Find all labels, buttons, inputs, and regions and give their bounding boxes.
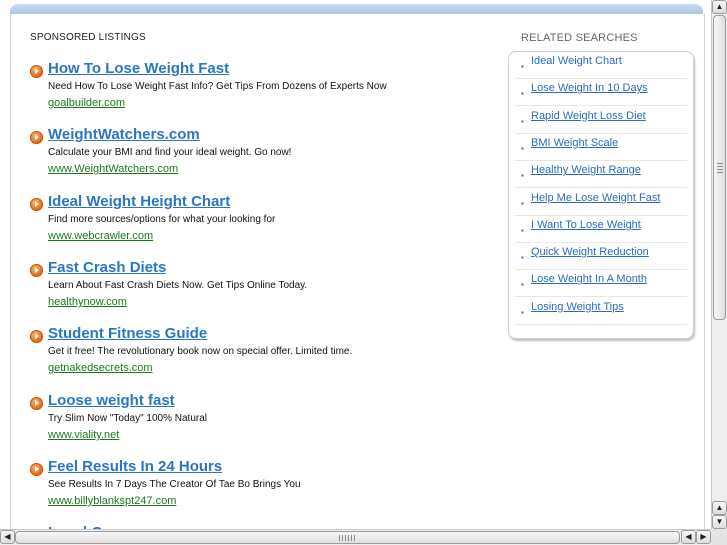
listing-description: Learn About Fast Crash Diets Now. Get Ti… — [48, 280, 308, 291]
listing-title-link[interactable]: Loose weight fast — [48, 392, 175, 409]
related-search-item[interactable]: ▪ BMI Weight Scale — [515, 134, 687, 161]
arrow-right-icon: ▶ — [700, 532, 707, 541]
arrow-up-icon: ▲ — [715, 2, 724, 11]
scroll-up-button[interactable]: ▲ — [712, 0, 727, 14]
related-search-item[interactable]: ▪ I Want To Lose Weight — [515, 216, 687, 243]
scroll-up-button-lower[interactable]: ▲ — [712, 501, 727, 515]
related-search-item[interactable]: ▪ Help Me Lose Weight Fast — [515, 189, 687, 216]
listing-title-link[interactable]: Student Fitness Guide — [48, 325, 207, 342]
related-search-item[interactable]: ▪ Quick Weight Reduction — [515, 243, 687, 271]
related-search-item[interactable]: ▪ Rapid Weight Loss Diet — [515, 107, 687, 134]
square-bullet-icon: ▪ — [521, 280, 524, 290]
sponsored-listings-heading: SPONSORED LISTINGS — [30, 32, 146, 43]
arrow-down-icon: ▼ — [715, 517, 724, 526]
listing-description: Need How To Lose Weight Fast Info? Get T… — [48, 81, 387, 92]
listing-url-link[interactable]: www.webcrawler.com — [48, 230, 153, 242]
listing-description: Find more sources/options for what your … — [48, 214, 276, 225]
arrow-bullet-icon — [30, 330, 43, 343]
listing-title-link[interactable]: Feel Results In 24 Hours — [48, 458, 222, 475]
arrow-bullet-icon — [30, 264, 43, 277]
square-bullet-icon: ▪ — [521, 307, 524, 317]
listing-url-link[interactable]: www.billyblankspt247.com — [48, 495, 176, 507]
grip-icon — [339, 535, 355, 541]
scrollbar-corner — [711, 529, 727, 545]
listing-title-link[interactable]: WeightWatchers.com — [48, 126, 200, 143]
related-search-item[interactable]: ▪ Healthy Weight Range — [515, 161, 687, 189]
scroll-right-button[interactable]: ▶ — [696, 530, 711, 544]
related-search-link[interactable]: Lose Weight In A Month — [531, 273, 647, 285]
listing-title-link[interactable]: Fast Crash Diets — [48, 259, 166, 276]
square-bullet-icon: ▪ — [521, 253, 524, 263]
arrow-bullet-icon — [30, 198, 43, 211]
square-bullet-icon: ▪ — [521, 171, 524, 181]
related-search-item[interactable]: ▪ Losing Weight Tips — [515, 298, 687, 325]
arrow-bullet-icon — [30, 131, 43, 144]
related-search-link[interactable]: Help Me Lose Weight Fast — [531, 192, 660, 204]
listing-description: See Results In 7 Days The Creator Of Tae… — [48, 479, 301, 490]
related-search-link[interactable]: Losing Weight Tips — [531, 301, 624, 313]
square-bullet-icon: ▪ — [521, 89, 524, 99]
arrow-left-icon: ◀ — [685, 532, 692, 541]
related-search-link[interactable]: Rapid Weight Loss Diet — [531, 110, 646, 122]
related-search-link[interactable]: Lose Weight In 10 Days — [531, 82, 648, 94]
listing-url-link[interactable]: www.WeightWatchers.com — [48, 163, 178, 175]
horizontal-scroll-thumb[interactable] — [15, 531, 680, 544]
arrow-bullet-icon — [30, 463, 43, 476]
scroll-left-button-right[interactable]: ◀ — [681, 530, 696, 544]
vertical-scroll-thumb[interactable] — [713, 15, 726, 320]
related-search-link[interactable]: Ideal Weight Chart — [531, 55, 622, 67]
page-viewport: SPONSORED LISTINGS How To Lose Weight Fa… — [0, 0, 711, 529]
listing-description: Calculate your BMI and find your ideal w… — [48, 147, 292, 158]
scroll-down-button[interactable]: ▼ — [712, 515, 727, 529]
square-bullet-icon: ▪ — [521, 116, 524, 126]
related-search-link[interactable]: I Want To Lose Weight — [531, 219, 641, 231]
square-bullet-icon: ▪ — [521, 143, 524, 153]
arrow-up-icon: ▲ — [715, 503, 724, 512]
related-search-item[interactable]: ▪ Lose Weight In 10 Days — [515, 79, 687, 107]
listing-description: Get it free! The revolutionary book now … — [48, 346, 353, 357]
related-search-item[interactable]: ▪ Ideal Weight Chart — [515, 52, 687, 79]
arrow-bullet-icon — [30, 397, 43, 410]
grip-icon — [717, 163, 723, 173]
square-bullet-icon: ▪ — [521, 225, 524, 235]
related-search-link[interactable]: BMI Weight Scale — [531, 137, 618, 149]
listing-title-link[interactable]: Ideal Weight Height Chart — [48, 193, 230, 210]
scroll-left-button[interactable]: ◀ — [0, 530, 15, 544]
listing-url-link[interactable]: goalbuilder.com — [48, 97, 125, 109]
square-bullet-icon: ▪ — [521, 62, 524, 71]
related-searches-heading: RELATED SEARCHES — [521, 32, 638, 44]
listing-url-link[interactable]: healthynow.com — [48, 296, 127, 308]
listing-title-link[interactable]: How To Lose Weight Fast — [48, 60, 229, 77]
listing-description: Try Slim Now "Today" 100% Natural — [48, 413, 208, 424]
related-searches-box: ▪ Ideal Weight Chart ▪ Lose Weight In 10 Da… — [508, 51, 694, 339]
related-search-item[interactable]: ▪ Lose Weight In A Month — [515, 270, 687, 298]
listing-url-link[interactable]: www.viality.net — [48, 429, 119, 441]
horizontal-scrollbar[interactable]: ◀ ◀ ▶ — [0, 529, 711, 545]
arrow-bullet-icon — [30, 65, 43, 78]
square-bullet-icon: ▪ — [521, 198, 524, 208]
listing-url-link[interactable]: getnakedsecrets.com — [48, 362, 153, 374]
arrow-left-icon: ◀ — [4, 532, 11, 541]
vertical-scrollbar[interactable]: ▲ ▲ ▼ — [711, 0, 727, 529]
related-search-link[interactable]: Quick Weight Reduction — [531, 246, 649, 258]
related-search-link[interactable]: Healthy Weight Range — [531, 164, 641, 176]
